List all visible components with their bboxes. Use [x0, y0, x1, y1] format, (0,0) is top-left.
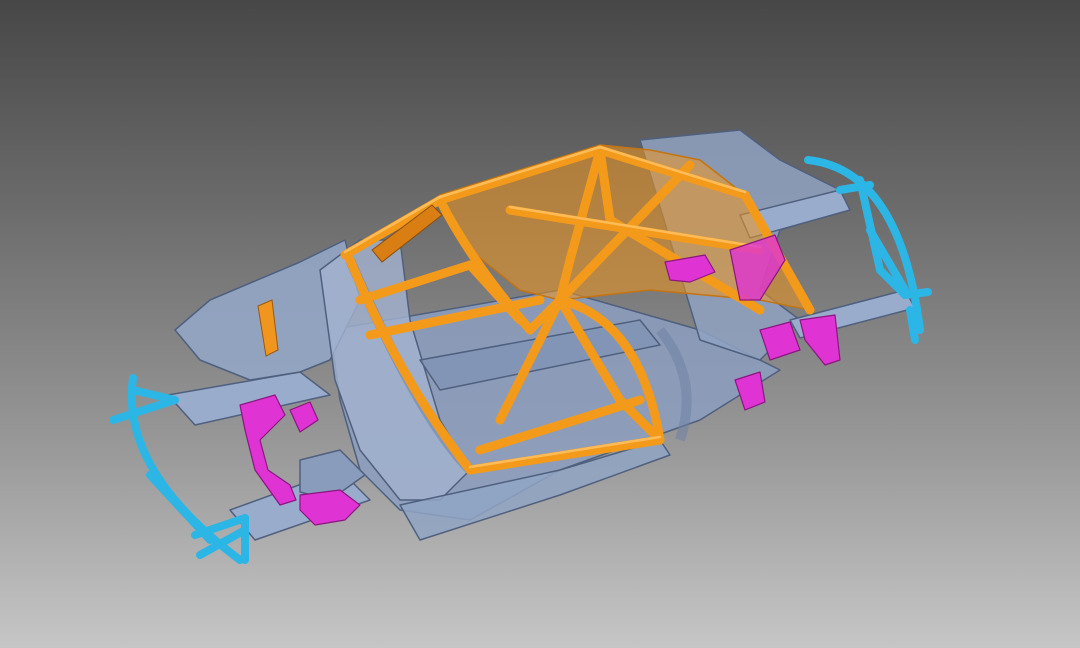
front-control-arm	[289, 401, 319, 433]
car-chassis-model[interactable]	[0, 0, 1080, 648]
front-subframe-left	[239, 394, 297, 506]
3d-viewport[interactable]	[0, 0, 1080, 648]
rear-subframe-right	[799, 314, 841, 366]
